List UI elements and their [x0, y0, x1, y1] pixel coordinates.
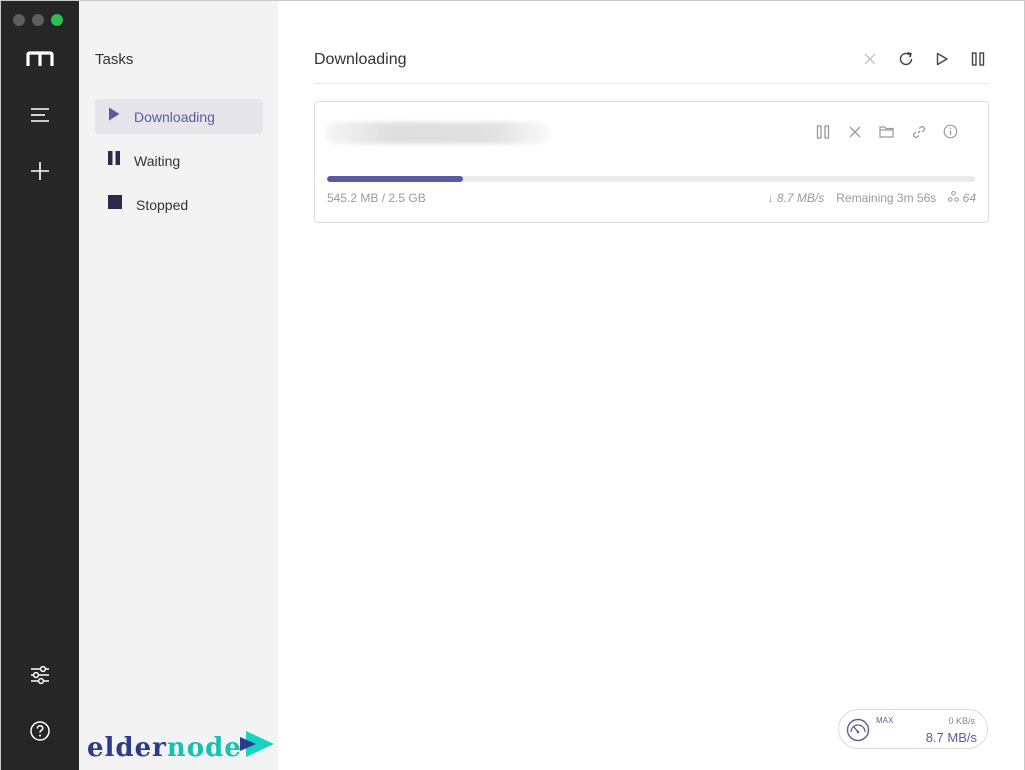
- window-controls: [13, 14, 63, 26]
- maximize-window-button[interactable]: [51, 14, 63, 26]
- speedometer-icon: [846, 718, 870, 742]
- folder-icon[interactable]: [877, 122, 896, 141]
- logo-text-b: node: [166, 733, 242, 763]
- stop-icon: [108, 195, 122, 214]
- play-icon: [108, 107, 120, 126]
- main-panel: Downloading 545.2 MB / 2.5 GB ↓ 8.7 MB/s…: [278, 1, 1024, 770]
- minimize-window-button[interactable]: [32, 14, 44, 26]
- info-icon[interactable]: [941, 122, 960, 141]
- pause-icon: [108, 151, 120, 170]
- sidebar-item-label: Waiting: [134, 152, 181, 169]
- task-name: [325, 122, 551, 144]
- main-toolbar: [860, 49, 988, 69]
- task-size: 545.2 MB / 2.5 GB: [327, 191, 426, 205]
- add-task-icon[interactable]: [20, 151, 60, 191]
- page-title: Downloading: [314, 51, 407, 68]
- link-icon[interactable]: [909, 122, 928, 141]
- task-actions: [813, 122, 960, 141]
- task-stats: ↓ 8.7 MB/s Remaining 3m 56s 64: [768, 191, 976, 205]
- sidebar-item-downloading[interactable]: Downloading: [95, 99, 263, 134]
- sidebar-item-stopped[interactable]: Stopped: [95, 187, 263, 222]
- download-speed-value: 8.7 MB/s: [776, 191, 825, 205]
- remaining-time: Remaining 3m 56s: [836, 191, 937, 205]
- task-item[interactable]: 545.2 MB / 2.5 GB ↓ 8.7 MB/s Remaining 3…: [314, 101, 989, 223]
- progress-bar: [327, 176, 975, 182]
- left-rail: [1, 1, 79, 770]
- logo-text-a: elder: [87, 733, 167, 763]
- app-window: Tasks Downloading Waiting Stopped eldern…: [0, 0, 1025, 770]
- upload-speed: 0 KB/s: [948, 716, 975, 726]
- sidebar-title: Tasks: [95, 51, 134, 68]
- download-speed-total: 8.7 MB/s: [925, 730, 977, 745]
- sidebar-item-label: Downloading: [134, 108, 215, 125]
- delete-icon[interactable]: [860, 49, 880, 69]
- logo-m-icon: [20, 39, 60, 79]
- download-speed: ↓ 8.7 MB/s: [768, 191, 825, 205]
- peers-icon: [948, 191, 960, 202]
- logo-arrow-icon: [239, 731, 274, 757]
- pause-icon[interactable]: [813, 122, 832, 141]
- pause-all-icon[interactable]: [968, 49, 988, 69]
- task-sidebar: Tasks Downloading Waiting Stopped eldern…: [79, 1, 278, 770]
- speed-mode-label: MAX: [876, 716, 894, 725]
- sidebar-item-waiting[interactable]: Waiting: [95, 143, 263, 178]
- close-window-button[interactable]: [13, 14, 25, 26]
- help-icon[interactable]: [20, 711, 60, 751]
- arrow-down-icon: ↓: [767, 191, 774, 205]
- sidebar-item-label: Stopped: [136, 196, 189, 213]
- header-divider: [314, 83, 988, 84]
- refresh-icon[interactable]: [896, 49, 916, 69]
- task-list-icon[interactable]: [20, 95, 60, 135]
- speedometer[interactable]: MAX 0 KB/s 8.7 MB/s: [838, 709, 988, 749]
- close-icon[interactable]: [845, 122, 864, 141]
- preferences-sliders-icon[interactable]: [20, 655, 60, 695]
- connections-count: 64: [962, 191, 976, 205]
- progress-fill: [327, 176, 464, 182]
- connections: 64: [948, 191, 976, 205]
- resume-all-icon[interactable]: [932, 49, 952, 69]
- watermark-logo: eldernode: [87, 729, 276, 761]
